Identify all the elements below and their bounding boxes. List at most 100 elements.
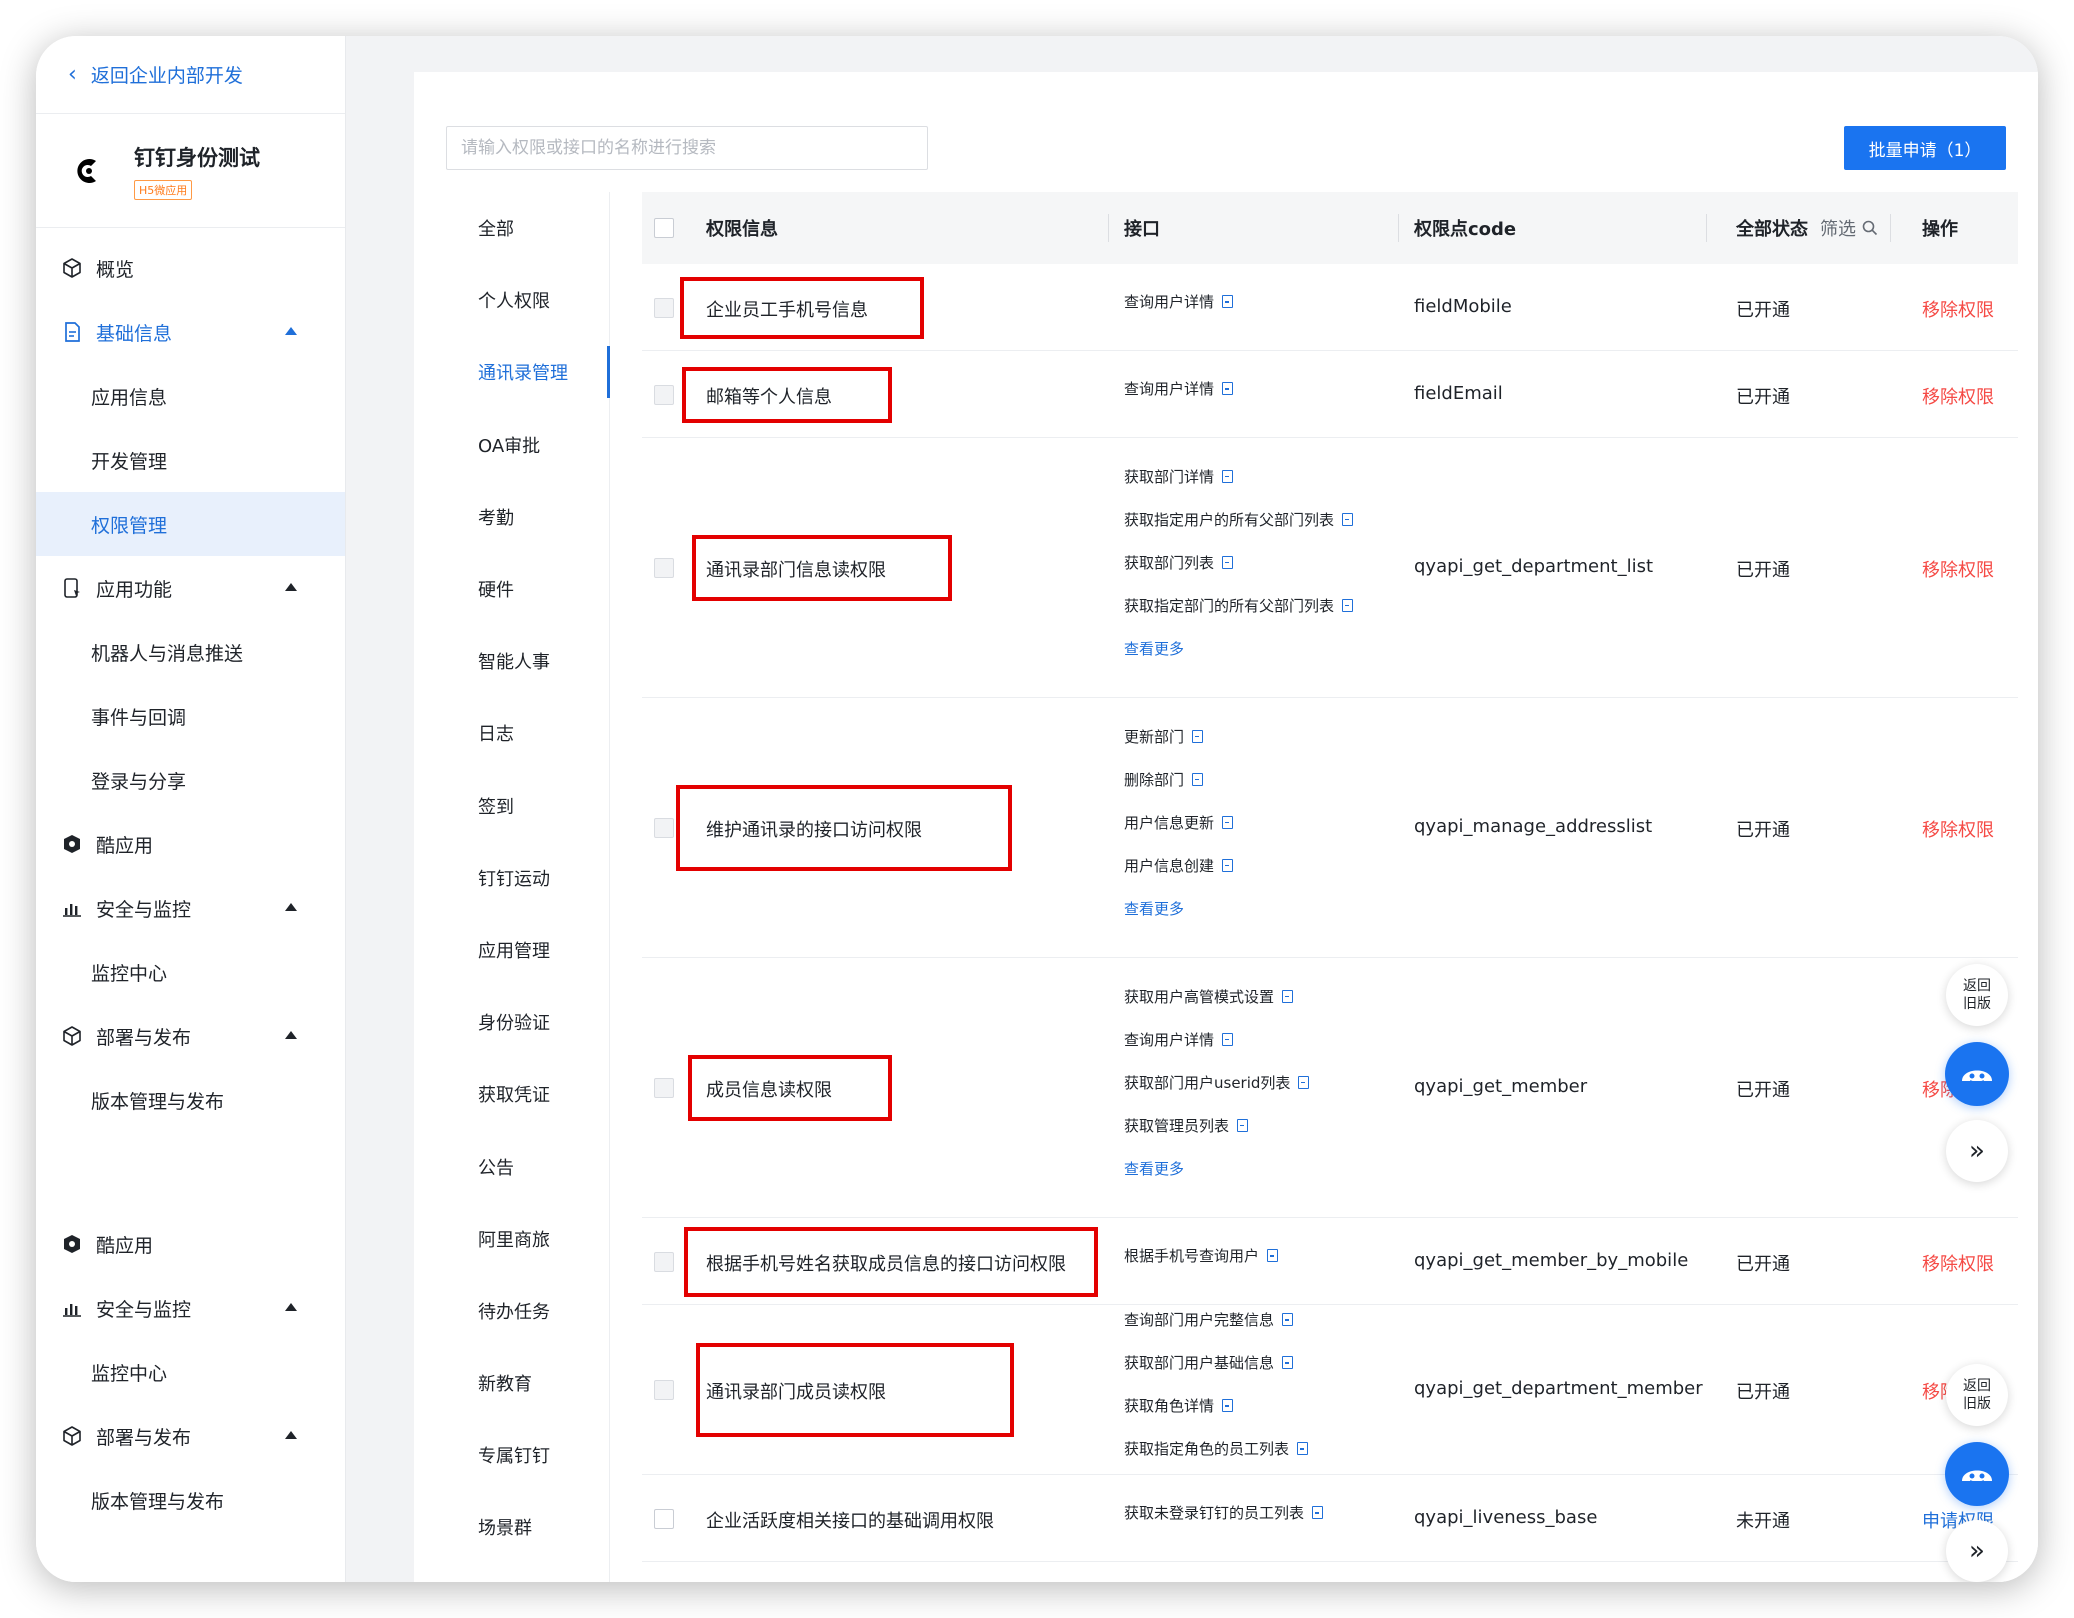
assistant-bot-button-2[interactable] (1945, 1442, 2009, 1506)
highlight-annotation-box (684, 1226, 1098, 1297)
category-tab[interactable]: 身份验证 (414, 986, 609, 1058)
api-doc-icon[interactable] (1222, 1399, 1234, 1412)
row-checkbox[interactable] (654, 384, 674, 405)
highlight-annotation-box (676, 785, 1012, 871)
table-header: 权限信息 接口 权限点code 全部状态 筛选 操作 (642, 192, 2018, 264)
permission-status: 未开通 (1736, 1510, 1790, 1532)
category-tab[interactable]: 智能填表 (414, 1564, 609, 1582)
expand-panel-button[interactable]: » (1946, 1120, 2008, 1182)
sidebar-item-7[interactable]: 事件与回调 (36, 684, 345, 748)
category-tab[interactable]: 全部 (414, 192, 609, 264)
remove-permission-link[interactable]: 移除权限 (1922, 296, 1994, 322)
category-tab[interactable]: 考勤 (414, 481, 609, 553)
api-item: 获取部门用户基础信息 (1124, 1341, 1308, 1384)
chevron-left-icon: ‹ (68, 62, 77, 87)
back-to-old-version-button[interactable]: 返回 旧版 (1946, 964, 2008, 1026)
sidebar-group-1[interactable]: 基础信息 (36, 300, 345, 364)
sidebar-item-2[interactable]: 应用信息 (36, 364, 345, 428)
api-doc-icon[interactable] (1222, 1032, 1234, 1046)
category-tab[interactable]: 公告 (414, 1130, 609, 1202)
category-tab[interactable]: 智能人事 (414, 625, 609, 697)
sidebar-group-12[interactable]: 部署与发布 (36, 1004, 345, 1068)
category-tab[interactable]: 签到 (414, 770, 609, 842)
assistant-bot-button[interactable] (1945, 1042, 2009, 1106)
api-doc-icon[interactable] (1298, 1075, 1310, 1089)
api-doc-icon[interactable] (1237, 1118, 1249, 1132)
api-doc-icon[interactable] (1222, 555, 1234, 569)
api-doc-icon[interactable] (1282, 1313, 1294, 1326)
document-icon (60, 320, 84, 344)
sidebar-group-18[interactable]: 部署与发布 (36, 1404, 345, 1468)
sidebar-group-16[interactable]: 安全与监控 (36, 1276, 345, 1340)
row-checkbox[interactable] (654, 558, 674, 578)
expand-panel-button-2[interactable]: » (1946, 1520, 2008, 1582)
category-tab[interactable]: 场景群 (414, 1491, 609, 1563)
sidebar-item-11[interactable]: 监控中心 (36, 940, 345, 1004)
category-tab[interactable]: 待办任务 (414, 1275, 609, 1347)
remove-permission-link[interactable]: 移除权限 (1922, 816, 1994, 842)
sidebar-item-4[interactable]: 权限管理 (36, 492, 345, 556)
row-checkbox[interactable] (654, 1380, 674, 1400)
batch-apply-button[interactable]: 批量申请（1） (1844, 126, 2006, 170)
select-all-checkbox[interactable] (654, 218, 674, 238)
category-tab[interactable]: 应用管理 (414, 914, 609, 986)
category-tab[interactable]: 日志 (414, 697, 609, 769)
sidebar-group-10[interactable]: 安全与监控 (36, 876, 345, 940)
row-checkbox[interactable] (654, 1078, 674, 1098)
back-to-old-version-button-2[interactable]: 返回 旧版 (1946, 1364, 2008, 1426)
view-more-link[interactable]: 查看更多 (1124, 1147, 1309, 1190)
row-checkbox[interactable] (654, 818, 674, 838)
row-checkbox[interactable] (654, 297, 674, 318)
api-doc-icon[interactable] (1282, 1356, 1294, 1369)
table-row: 根据手机号姓名获取成员信息的接口访问权限 根据手机号查询用户 qyapi_get_m… (642, 1218, 2018, 1305)
category-tab[interactable]: 个人权限 (414, 264, 609, 336)
row-checkbox[interactable] (654, 1251, 674, 1272)
remove-permission-link[interactable]: 移除权限 (1922, 1250, 1994, 1276)
permission-search-input[interactable] (446, 126, 928, 170)
api-doc-icon[interactable] (1297, 1442, 1309, 1455)
api-doc-icon[interactable] (1267, 1249, 1279, 1262)
sidebar-item-17[interactable]: 监控中心 (36, 1340, 345, 1404)
view-more-link[interactable]: 查看更多 (1124, 627, 1353, 670)
api-doc-icon[interactable] (1222, 295, 1234, 308)
row-checkbox[interactable] (654, 1508, 674, 1529)
category-tab[interactable]: OA审批 (414, 409, 609, 481)
view-more-link[interactable]: 查看更多 (1124, 887, 1233, 930)
sidebar-group-15[interactable]: 酷应用 (36, 1212, 345, 1276)
sidebar-item-6[interactable]: 机器人与消息推送 (36, 620, 345, 684)
category-tab[interactable]: 硬件 (414, 553, 609, 625)
sidebar-item-13[interactable]: 版本管理与发布 (36, 1068, 345, 1132)
api-doc-icon[interactable] (1222, 382, 1234, 395)
api-doc-icon[interactable] (1342, 598, 1354, 612)
table-row: 企业员工手机号信息 查询用户详情 fieldMobile 已开通 移除权限 (642, 264, 2018, 351)
back-to-internal-dev-link[interactable]: ‹ 返回企业内部开发 (36, 36, 345, 114)
api-doc-icon[interactable] (1222, 469, 1234, 483)
api-doc-icon[interactable] (1192, 772, 1204, 786)
api-doc-icon[interactable] (1222, 815, 1234, 829)
category-tab[interactable]: 新教育 (414, 1347, 609, 1419)
category-tab[interactable]: 获取凭证 (414, 1058, 609, 1130)
sidebar-group-9[interactable]: 酷应用 (36, 812, 345, 876)
remove-permission-link[interactable]: 移除权限 (1922, 383, 1994, 409)
sidebar-item-19[interactable]: 版本管理与发布 (36, 1468, 345, 1532)
category-tab[interactable]: 通讯录管理 (414, 336, 610, 408)
sidebar-item-8[interactable]: 登录与分享 (36, 748, 345, 812)
api-list: 获取部门详情 获取指定用户的所有父部门列表 获取部门列表 获取指定部门的所有父部门列表… (1124, 455, 1354, 670)
sidebar-group-label: 部署与发布 (96, 1026, 192, 1049)
sidebar-group-0[interactable]: 概览 (36, 236, 345, 300)
caret-up-icon (285, 1303, 297, 1311)
remove-permission-link[interactable]: 移除权限 (1922, 556, 1994, 582)
category-tab[interactable]: 阿里商旅 (414, 1203, 609, 1275)
category-tab[interactable]: 专属钉钉 (414, 1419, 609, 1491)
sidebar-group-5[interactable]: 应用功能 (36, 556, 345, 620)
api-item: 获取指定用户的所有父部门列表 (1124, 498, 1354, 541)
api-doc-icon[interactable] (1222, 858, 1234, 872)
permission-code: qyapi_liveness_base (1414, 1506, 1598, 1528)
api-doc-icon[interactable] (1282, 989, 1294, 1003)
sidebar-item-3[interactable]: 开发管理 (36, 428, 345, 492)
category-tab[interactable]: 钉钉运动 (414, 842, 609, 914)
status-filter-button[interactable]: 筛选 (1820, 215, 1878, 241)
api-doc-icon[interactable] (1192, 729, 1204, 743)
api-doc-icon[interactable] (1312, 1506, 1324, 1519)
api-doc-icon[interactable] (1342, 512, 1354, 526)
